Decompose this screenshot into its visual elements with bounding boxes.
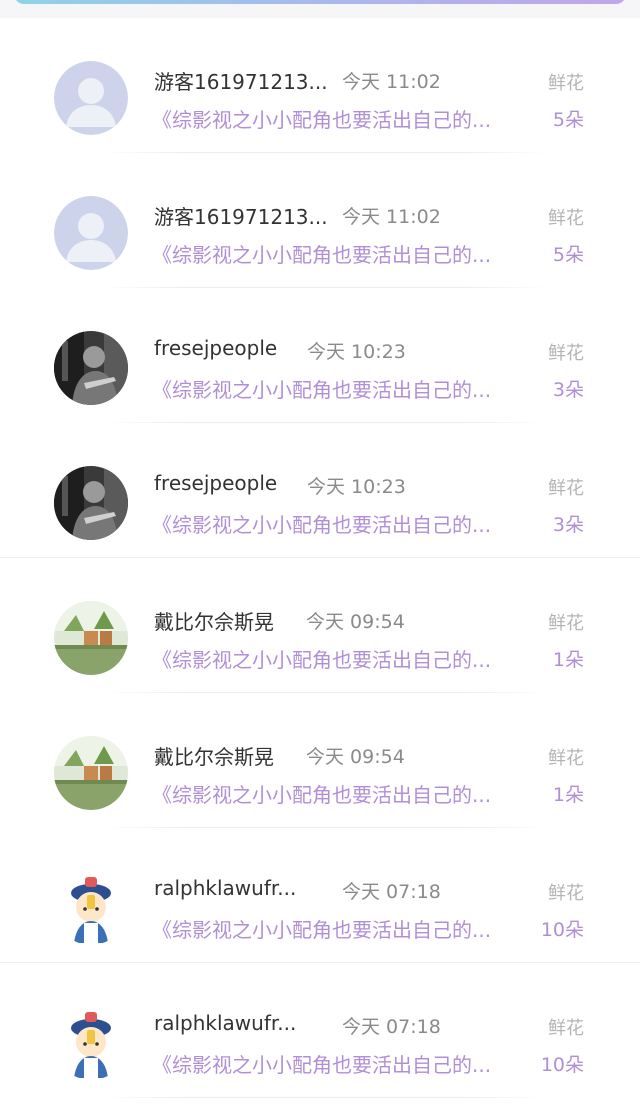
book-title[interactable]: 《综影视之小小配角也要活出自己的...: [152, 239, 491, 268]
divider: [100, 827, 550, 828]
gift-time: 今天 11:02: [342, 206, 441, 228]
user-name[interactable]: ralphklawufr...: [154, 1011, 296, 1035]
book-title[interactable]: 《综影视之小小配角也要活出自己的...: [152, 1049, 491, 1078]
list-item[interactable]: ralphklawufr... 今天 07:18 鲜花 《综影视之小小配角也要活…: [0, 840, 640, 975]
divider: [100, 422, 550, 423]
divider: [0, 557, 640, 558]
user-name[interactable]: ralphklawufr...: [154, 876, 296, 900]
divider: [0, 962, 640, 963]
default-avatar-icon[interactable]: [54, 196, 128, 270]
divider: [100, 287, 550, 288]
gift-count: 1朵: [552, 784, 584, 806]
gift-count: 3朵: [552, 514, 584, 536]
user-photo-avatar[interactable]: [54, 601, 128, 675]
list-item[interactable]: 戴比尔佘斯晃 今天 09:54 鲜花 《综影视之小小配角也要活出自己的... 1…: [0, 570, 640, 705]
gift-type: 鲜花: [548, 478, 584, 499]
gift-type: 鲜花: [548, 748, 584, 769]
divider: [100, 152, 550, 153]
user-photo-avatar[interactable]: [54, 466, 128, 540]
list-item[interactable]: fresejpeople 今天 10:23 鲜花 《综影视之小小配角也要活出自己…: [0, 300, 640, 435]
list-item[interactable]: 游客161971213... 今天 11:02 鲜花 《综影视之小小配角也要活出…: [0, 165, 640, 300]
book-title[interactable]: 《综影视之小小配角也要活出自己的...: [152, 914, 491, 943]
list-item[interactable]: ralphklawufr... 今天 07:18 鲜花 《综影视之小小配角也要活…: [0, 975, 640, 1110]
list-item[interactable]: 戴比尔佘斯晃 今天 09:54 鲜花 《综影视之小小配角也要活出自己的... 1…: [0, 705, 640, 840]
gift-time: 今天 07:18: [342, 1016, 441, 1038]
gift-type: 鲜花: [548, 208, 584, 229]
gift-type: 鲜花: [548, 1018, 584, 1039]
user-photo-avatar[interactable]: [54, 736, 128, 810]
book-title[interactable]: 《综影视之小小配角也要活出自己的...: [152, 779, 491, 808]
user-name[interactable]: 戴比尔佘斯晃: [154, 606, 274, 635]
cartoon-avatar-icon[interactable]: [54, 1006, 128, 1080]
gift-count: 10朵: [540, 919, 584, 941]
book-title[interactable]: 《综影视之小小配角也要活出自己的...: [152, 374, 491, 403]
user-name[interactable]: 游客161971213...: [154, 66, 328, 95]
book-title[interactable]: 《综影视之小小配角也要活出自己的...: [152, 509, 491, 538]
gift-count: 1朵: [552, 649, 584, 671]
user-photo-avatar[interactable]: [54, 331, 128, 405]
list-item[interactable]: fresejpeople 今天 10:23 鲜花 《综影视之小小配角也要活出自己…: [0, 435, 640, 570]
gift-count: 5朵: [552, 109, 584, 131]
gift-type: 鲜花: [548, 883, 584, 904]
gift-type: 鲜花: [548, 343, 584, 364]
book-title[interactable]: 《综影视之小小配角也要活出自己的...: [152, 644, 491, 673]
list-item[interactable]: 游客161971213... 今天 11:02 鲜花 《综影视之小小配角也要活出…: [0, 30, 640, 165]
cartoon-avatar-icon[interactable]: [54, 871, 128, 945]
gift-time: 今天 09:54: [306, 746, 405, 768]
gift-time: 今天 10:23: [307, 341, 406, 363]
gift-list: 游客161971213... 今天 11:02 鲜花 《综影视之小小配角也要活出…: [0, 30, 640, 1110]
default-avatar-icon[interactable]: [54, 61, 128, 135]
divider: [100, 1097, 550, 1098]
user-name[interactable]: fresejpeople: [154, 471, 277, 495]
gift-time: 今天 10:23: [307, 476, 406, 498]
user-name[interactable]: fresejpeople: [154, 336, 277, 360]
user-name[interactable]: 游客161971213...: [154, 201, 328, 230]
gift-count: 5朵: [552, 244, 584, 266]
gift-time: 今天 09:54: [306, 611, 405, 633]
gift-type: 鲜花: [548, 73, 584, 94]
gift-count: 3朵: [552, 379, 584, 401]
gift-time: 今天 07:18: [342, 881, 441, 903]
top-gradient-bar: [14, 0, 626, 4]
gift-type: 鲜花: [548, 613, 584, 634]
user-name[interactable]: 戴比尔佘斯晃: [154, 741, 274, 770]
book-title[interactable]: 《综影视之小小配角也要活出自己的...: [152, 104, 491, 133]
gift-time: 今天 11:02: [342, 71, 441, 93]
divider: [100, 692, 550, 693]
gift-count: 10朵: [540, 1054, 584, 1076]
